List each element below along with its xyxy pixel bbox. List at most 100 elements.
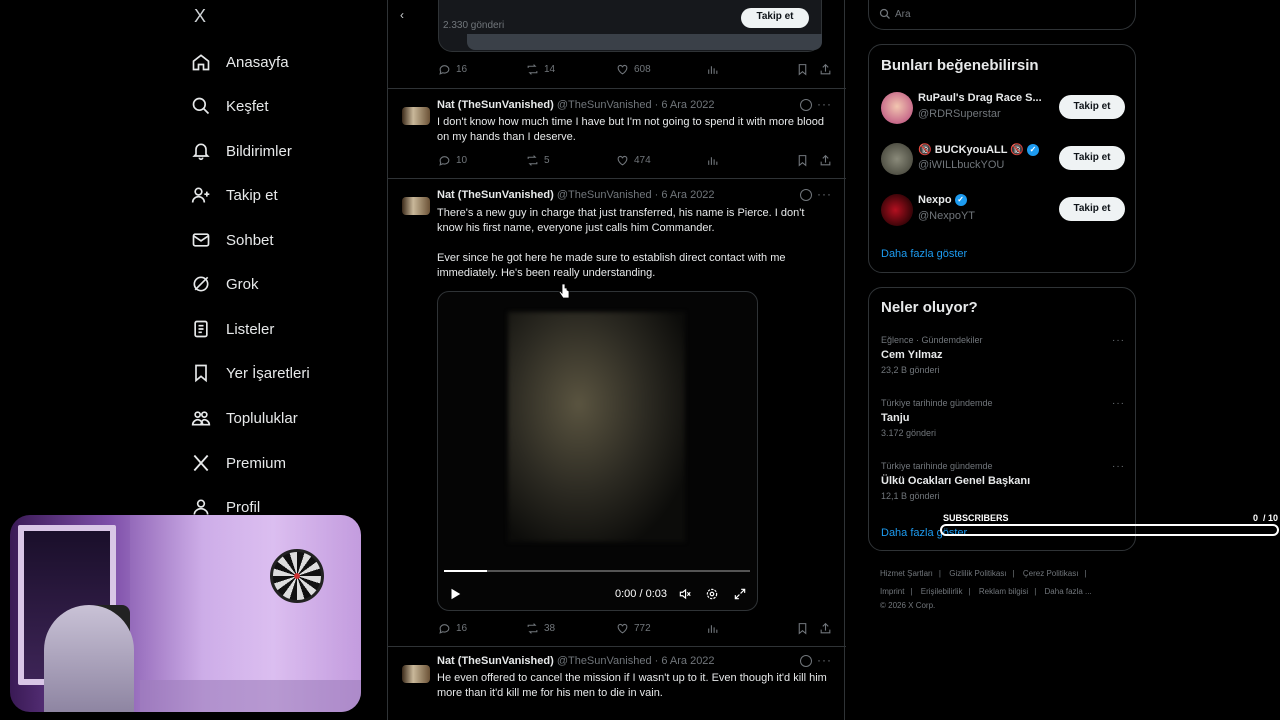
avatar[interactable] (402, 197, 430, 215)
grok-explain-icon[interactable] (800, 655, 812, 667)
sidebar-item-grok[interactable]: Grok (190, 269, 259, 299)
follow-button[interactable]: Takip et (1059, 197, 1125, 221)
repost-count: 5 (544, 155, 550, 166)
footer-link-ads[interactable]: Reklam bilgisi (979, 587, 1028, 596)
play-icon[interactable] (448, 587, 462, 601)
account-name[interactable]: RuPaul's Drag Race S... (918, 92, 1042, 104)
like-button[interactable]: 608 (616, 63, 651, 76)
heart-icon (617, 155, 628, 166)
video-frame (508, 312, 685, 542)
avatar[interactable] (402, 107, 430, 125)
embedded-profile-card[interactable]: 2.330 gönderi Takip et (438, 0, 822, 52)
tweet[interactable]: Nat (TheSunVanished) @TheSunVanished · 6… (388, 178, 846, 646)
bar-chart-icon (708, 66, 718, 74)
trend-category: Türkiye tarihinde gündemde (881, 461, 993, 471)
video-player[interactable]: 0:00 / 0:03 (437, 291, 758, 611)
panel-title: Neler oluyor? (881, 299, 978, 316)
x-logo-icon[interactable]: X (194, 8, 214, 24)
fullscreen-icon[interactable] (733, 587, 747, 601)
sidebar-item-home[interactable]: Anasayfa (190, 47, 289, 77)
more-options-icon[interactable]: ··· (817, 97, 832, 111)
back-arrow-icon[interactable]: ‹ (400, 8, 404, 22)
avatar[interactable] (881, 194, 913, 226)
trend-title: Tanju (881, 412, 910, 424)
share-button[interactable] (819, 154, 832, 167)
share-icon (820, 63, 831, 75)
sidebar-item-premium[interactable]: Premium (190, 448, 286, 478)
sidebar-item-follow[interactable]: Takip et (190, 180, 278, 210)
follow-suggestion[interactable]: 🔞 BUCKyouALL 🔞 ✓ @iWILLbuckYOU Takip et (881, 141, 1125, 177)
repost-button[interactable]: 38 (526, 622, 555, 635)
dartboard (270, 549, 324, 603)
reply-button[interactable]: 16 (438, 63, 467, 76)
views-button[interactable] (706, 63, 719, 76)
author-name[interactable]: Nat (TheSunVanished) (437, 655, 554, 667)
like-button[interactable]: 772 (616, 622, 651, 635)
follow-button[interactable]: Takip et (1059, 146, 1125, 170)
views-button[interactable] (706, 154, 719, 167)
bookmark-button[interactable] (796, 63, 809, 76)
footer-link-accessibility[interactable]: Erişilebilirlik (921, 587, 963, 596)
sidebar-item-lists[interactable]: Listeler (190, 314, 274, 344)
footer-link-imprint[interactable]: Imprint (880, 587, 904, 596)
footer-link-terms[interactable]: Hizmet Şartları (880, 569, 933, 578)
grok-explain-icon[interactable] (800, 189, 812, 201)
author-name[interactable]: Nat (TheSunVanished) (437, 99, 554, 111)
trend-item[interactable]: Türkiye tarihinde gündemde Tanju 3.172 g… (881, 398, 1125, 446)
more-options-icon[interactable]: ··· (1112, 461, 1125, 472)
follow-button[interactable]: Takip et (741, 8, 809, 28)
reply-button[interactable]: 16 (438, 622, 467, 635)
account-name[interactable]: Nexpo ✓ (918, 194, 967, 206)
sidebar-item-communities[interactable]: Topluluklar (190, 403, 298, 433)
repost-button[interactable]: 14 (526, 63, 555, 76)
like-button[interactable]: 474 (616, 154, 651, 167)
share-button[interactable] (819, 63, 832, 76)
sidebar-item-bookmarks[interactable]: Yer İşaretleri (190, 358, 310, 388)
sidebar-item-messages[interactable]: Sohbet (190, 225, 274, 255)
footer-link-cookies[interactable]: Çerez Politikası (1023, 569, 1079, 578)
subscribers-goal-overlay: SUBSCRIBERS 0 / 10 (940, 512, 1280, 538)
grok-explain-icon[interactable] (800, 99, 812, 111)
avatar[interactable] (402, 665, 430, 683)
footer-separator: | (938, 569, 941, 578)
avatar[interactable] (881, 143, 913, 175)
tweet-header: Nat (TheSunVanished) @TheSunVanished · 6… (437, 655, 715, 667)
views-button[interactable] (706, 622, 719, 635)
search-icon (190, 95, 212, 117)
more-options-icon[interactable]: ··· (817, 653, 832, 667)
footer-link-more[interactable]: Daha fazla ... (1045, 587, 1092, 596)
follow-suggestion[interactable]: RuPaul's Drag Race S... @RDRSuperstar Ta… (881, 90, 1125, 126)
more-options-icon[interactable]: ··· (817, 187, 832, 201)
footer-link-privacy[interactable]: Gizlilik Politikası (949, 569, 1006, 578)
bookmark-icon (190, 362, 212, 384)
sidebar-item-notifications[interactable]: Bildirimler (190, 136, 292, 166)
like-count: 772 (634, 623, 651, 634)
reply-button[interactable]: 10 (438, 154, 467, 167)
post-count: 2.330 gönderi (443, 20, 505, 31)
follow-suggestion[interactable]: Nexpo ✓ @NexpoYT Takip et (881, 192, 1125, 228)
trend-count: 12,1 B gönderi (881, 491, 940, 501)
more-options-icon[interactable]: ··· (1112, 398, 1125, 409)
account-name[interactable]: 🔞 BUCKyouALL 🔞 ✓ (918, 143, 1040, 156)
follow-button[interactable]: Takip et (1059, 95, 1125, 119)
mute-icon[interactable] (678, 587, 692, 601)
subscribers-progress-bar (940, 524, 1279, 536)
tweet[interactable]: Nat (TheSunVanished) @TheSunVanished · 6… (388, 646, 846, 720)
sidebar-item-label: Yer İşaretleri (226, 364, 310, 382)
bookmark-button[interactable] (796, 154, 809, 167)
tweet-text: There's a new guy in charge that just tr… (437, 207, 805, 234)
bookmark-button[interactable] (796, 622, 809, 635)
tweet[interactable]: Nat (TheSunVanished) @TheSunVanished · 6… (388, 88, 846, 178)
show-more-link[interactable]: Daha fazla göster (881, 248, 967, 260)
trend-item[interactable]: Eğlence · Gündemdekiler Cem Yılmaz 23,2 … (881, 335, 1125, 383)
share-button[interactable] (819, 622, 832, 635)
settings-gear-icon[interactable] (705, 587, 719, 601)
avatar[interactable] (881, 92, 913, 124)
sidebar-item-explore[interactable]: Keşfet (190, 91, 269, 121)
search-box[interactable]: Ara (868, 0, 1136, 30)
author-name[interactable]: Nat (TheSunVanished) (437, 189, 554, 201)
more-options-icon[interactable]: ··· (1112, 335, 1125, 346)
repost-button[interactable]: 5 (526, 154, 550, 167)
trend-item[interactable]: Türkiye tarihinde gündemde Ülkü Ocakları… (881, 461, 1125, 509)
video-progress-bar[interactable] (444, 570, 750, 572)
